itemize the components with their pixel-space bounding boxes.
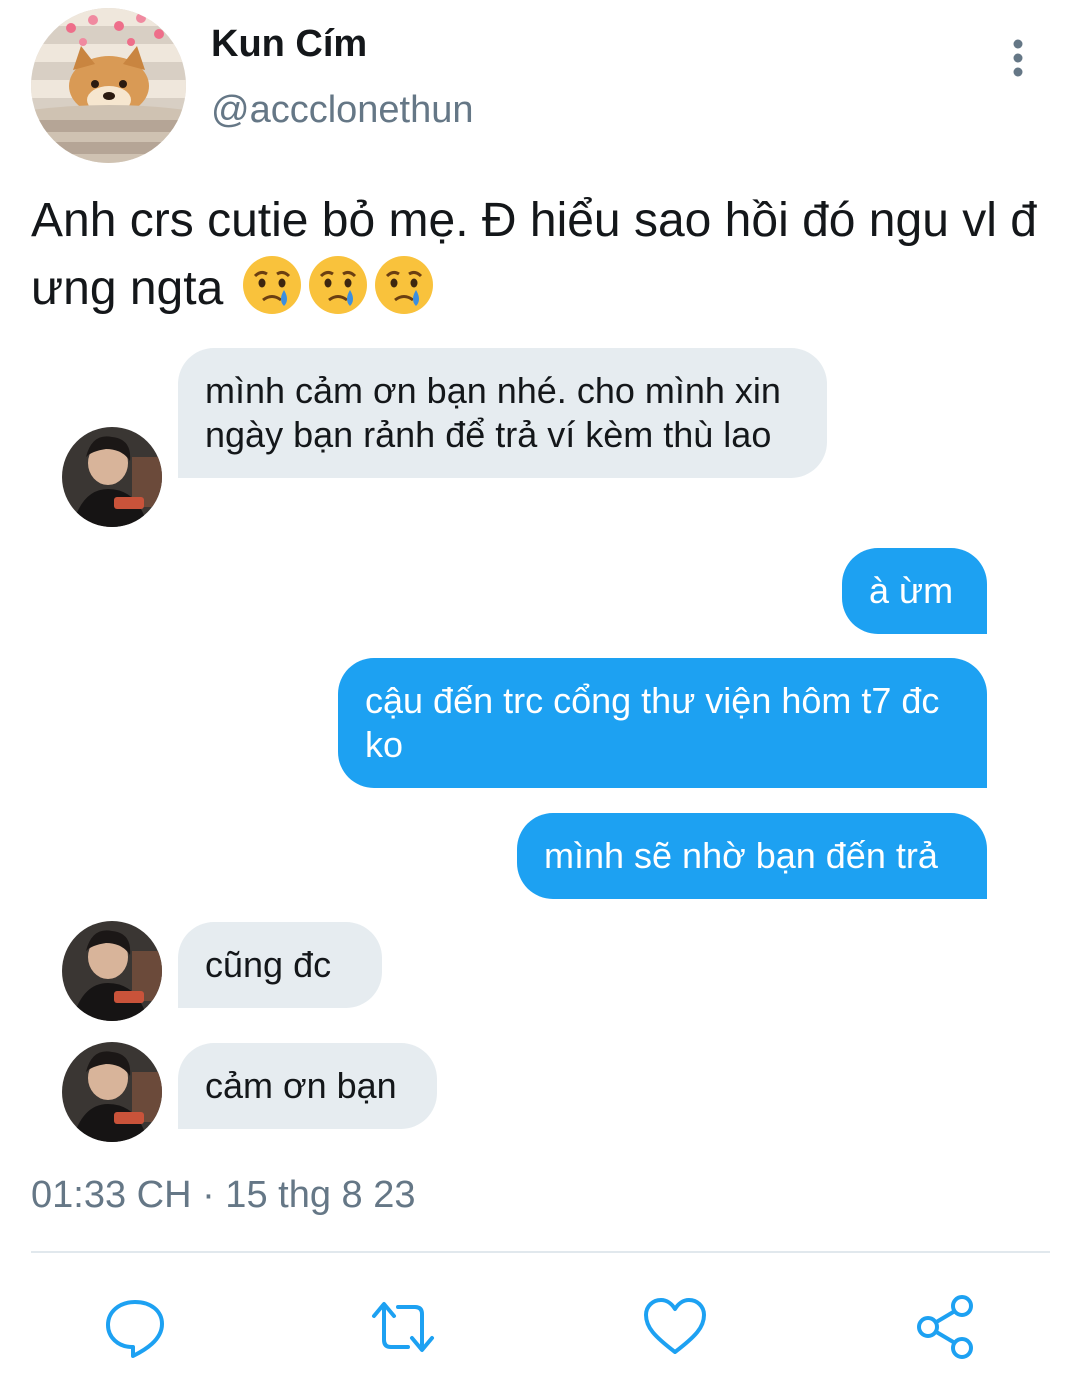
message-bubble-incoming: cũng đc [178, 922, 382, 1008]
like-icon[interactable] [640, 1292, 710, 1362]
contact-avatar [62, 921, 162, 1021]
message-bubble-incoming: mình cảm ơn bạn nhé. cho mình xin ngày b… [178, 348, 827, 478]
message-bubble-outgoing: mình sẽ nhờ bạn đến trả [517, 813, 987, 899]
contact-avatar [62, 1042, 162, 1142]
contact-avatar [62, 427, 162, 527]
user-handle[interactable]: @accclonethun [211, 86, 474, 134]
share-icon[interactable] [911, 1292, 981, 1362]
tweet-text-content: Anh crs cutie bỏ mẹ. Đ hiểu sao hồi đó n… [31, 194, 1037, 315]
display-name[interactable]: Kun Cím [211, 20, 367, 68]
retweet-icon[interactable] [368, 1292, 438, 1362]
profile-avatar[interactable] [31, 8, 186, 163]
crying-face-emoji-icon [307, 254, 369, 316]
message-bubble-outgoing: cậu đến trc cổng thư viện hôm t7 đc ko [338, 658, 987, 788]
tweet-timestamp[interactable]: 01:33 CH · 15 thg 8 23 [31, 1170, 415, 1220]
crying-face-emoji-icon [373, 254, 435, 316]
crying-face-emoji-icon [241, 254, 303, 316]
more-options-icon[interactable] [1000, 36, 1036, 80]
divider [31, 1251, 1050, 1253]
tweet-text: Anh crs cutie bỏ mẹ. Đ hiểu sao hồi đó n… [31, 188, 1061, 322]
message-bubble-outgoing: à ừm [842, 548, 987, 634]
message-bubble-incoming: cảm ơn bạn [178, 1043, 437, 1129]
reply-icon[interactable] [100, 1292, 170, 1362]
